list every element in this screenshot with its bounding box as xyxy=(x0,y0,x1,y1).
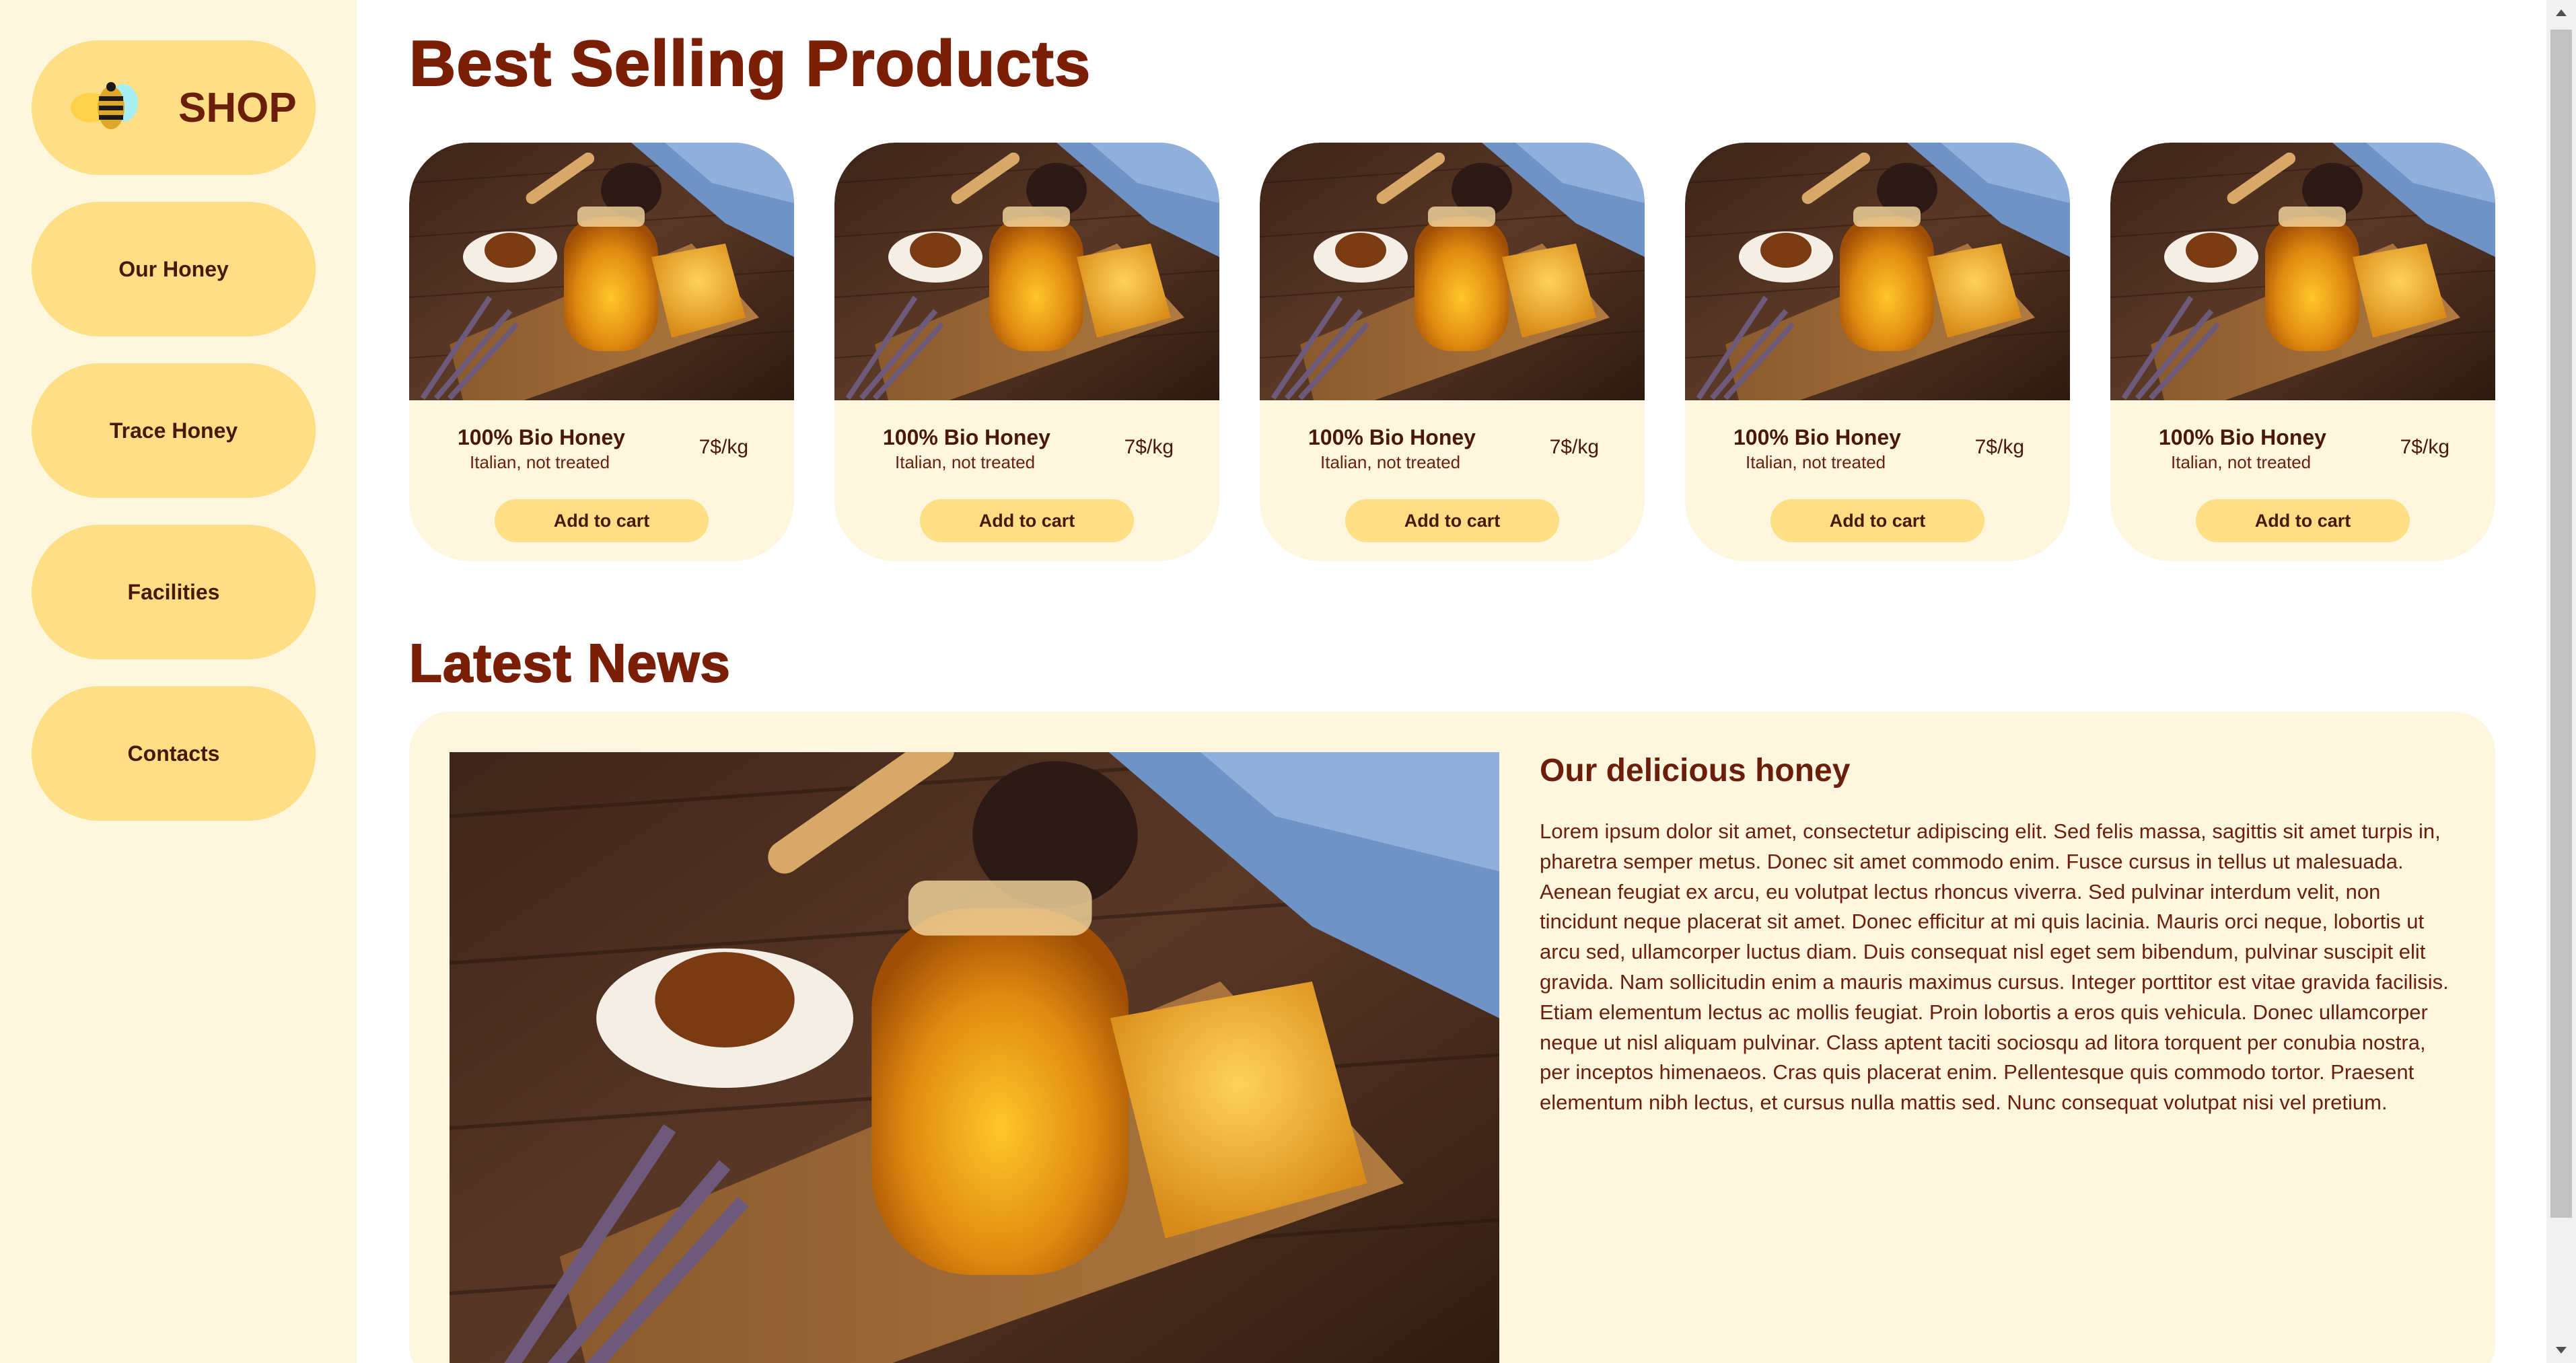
product-name: 100% Bio Honey xyxy=(1308,425,1476,449)
sidebar-item-facilities[interactable]: Facilities xyxy=(32,525,316,659)
page-title: Best Selling Products xyxy=(408,27,1092,100)
scroll-up-icon[interactable] xyxy=(2556,9,2567,16)
product-price: 7$/kg xyxy=(699,436,748,458)
product-card: 100% Bio Honey Italian, not treated 7$/k… xyxy=(409,143,794,561)
news-heading: Our delicious honey xyxy=(1540,753,1851,788)
sidebar-item-our-honey[interactable]: Our Honey xyxy=(32,202,316,336)
shop-button[interactable]: SHOP xyxy=(32,40,316,175)
news-image xyxy=(450,752,1499,1363)
product-image[interactable] xyxy=(409,143,794,400)
product-card: 100% Bio Honey Italian, not treated 7$/k… xyxy=(1260,143,1645,561)
add-to-cart-button[interactable]: Add to cart xyxy=(1345,499,1559,542)
sidebar-item-trace-honey[interactable]: Trace Honey xyxy=(32,363,316,498)
add-to-cart-button[interactable]: Add to cart xyxy=(2196,499,2410,542)
product-subtitle: Italian, not treated xyxy=(470,452,610,472)
product-card: 100% Bio Honey Italian, not treated 7$/k… xyxy=(834,143,1219,561)
product-image[interactable] xyxy=(2110,143,2495,400)
add-to-cart-button[interactable]: Add to cart xyxy=(920,499,1134,542)
product-name: 100% Bio Honey xyxy=(1733,425,1901,449)
add-to-cart-button[interactable]: Add to cart xyxy=(1770,499,1984,542)
news-body: Lorem ipsum dolor sit amet, consectetur … xyxy=(1540,819,2449,1115)
product-subtitle: Italian, not treated xyxy=(895,452,1036,472)
product-price: 7$/kg xyxy=(1549,436,1599,458)
product-name: 100% Bio Honey xyxy=(883,425,1050,449)
product-subtitle: Italian, not treated xyxy=(1746,452,1886,472)
bee-icon xyxy=(71,82,138,129)
scrollbar[interactable] xyxy=(2546,0,2576,1363)
add-to-cart-button[interactable]: Add to cart xyxy=(495,499,709,542)
product-card: 100% Bio Honey Italian, not treated 7$/k… xyxy=(1685,143,2070,561)
product-price: 7$/kg xyxy=(1124,436,1174,458)
product-card: 100% Bio Honey Italian, not treated 7$/k… xyxy=(2110,143,2495,561)
product-price: 7$/kg xyxy=(2400,436,2449,458)
product-subtitle: Italian, not treated xyxy=(1320,452,1461,472)
sidebar-item-contacts[interactable]: Contacts xyxy=(32,686,316,821)
scroll-down-icon[interactable] xyxy=(2556,1347,2567,1354)
shop-label: SHOP xyxy=(178,84,297,131)
product-image[interactable] xyxy=(1685,143,2070,400)
product-name: 100% Bio Honey xyxy=(458,425,625,449)
scrollbar-thumb[interactable] xyxy=(2550,30,2572,1218)
news-section-title: Latest News xyxy=(408,632,731,694)
product-name: 100% Bio Honey xyxy=(2159,425,2326,449)
product-image[interactable] xyxy=(1260,143,1645,400)
sidebar: SHOP Our Honey Trace Honey Facilities Co… xyxy=(0,0,357,1363)
product-image[interactable] xyxy=(834,143,1219,400)
product-price: 7$/kg xyxy=(1974,436,2024,458)
product-subtitle: Italian, not treated xyxy=(2171,452,2312,472)
